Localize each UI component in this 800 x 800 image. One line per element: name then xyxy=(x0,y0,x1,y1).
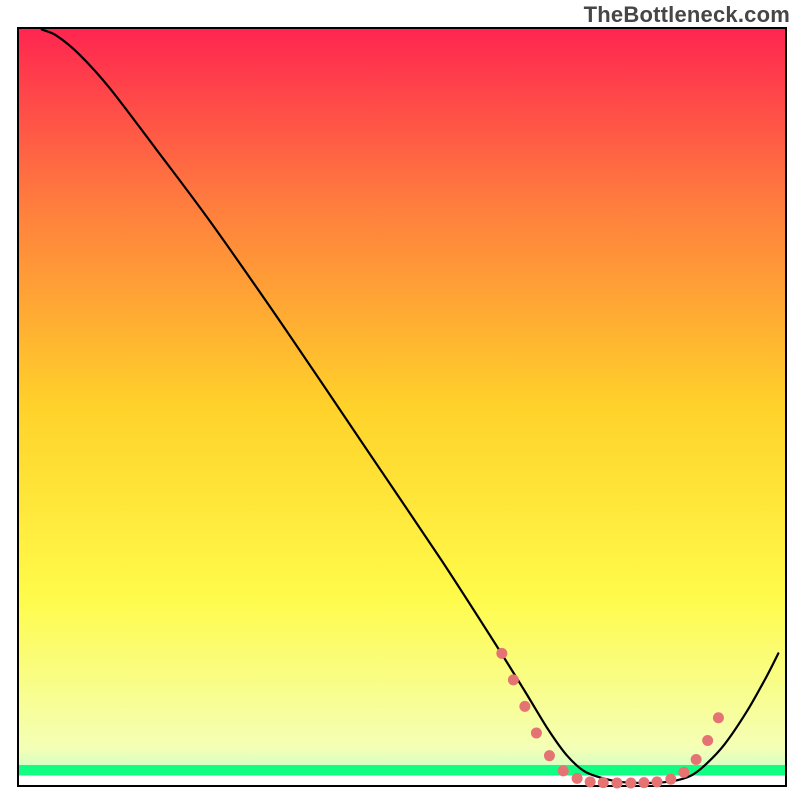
highlight-dot xyxy=(519,701,530,712)
plot-background xyxy=(18,28,786,786)
highlight-dot xyxy=(585,776,596,787)
highlight-dot xyxy=(638,777,649,788)
chart-frame: { "watermark": "TheBottleneck.com", "cha… xyxy=(0,0,800,800)
highlight-dot xyxy=(612,777,623,788)
highlight-dot xyxy=(713,712,724,723)
highlight-dot xyxy=(496,648,507,659)
highlight-dot xyxy=(625,777,636,788)
highlight-dot xyxy=(651,776,662,787)
highlight-dot xyxy=(598,777,609,788)
highlight-dot xyxy=(678,767,689,778)
highlight-dot xyxy=(665,774,676,785)
highlight-dot xyxy=(558,765,569,776)
highlight-dot xyxy=(544,750,555,761)
highlight-dot xyxy=(691,754,702,765)
highlight-dot xyxy=(572,773,583,784)
highlight-dot xyxy=(508,674,519,685)
highlight-dot xyxy=(531,727,542,738)
bottleneck-chart xyxy=(0,0,800,800)
highlight-dot xyxy=(702,735,713,746)
